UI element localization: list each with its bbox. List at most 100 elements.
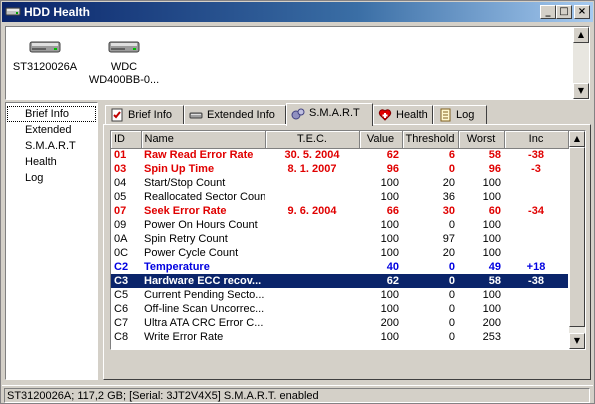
cell-name: Power On Hours Count — [144, 218, 258, 231]
column-header-inc[interactable]: Inc — [504, 131, 569, 149]
drive-item-wdc[interactable]: WDC WD400BB-0... — [79, 39, 169, 87]
column-header-name[interactable]: Name — [141, 131, 266, 149]
section-item-extended[interactable]: Extended — [6, 122, 97, 138]
cell-value: 40 — [386, 260, 399, 273]
scroll-up-arrow-icon[interactable]: ▲ — [573, 27, 589, 43]
cell-value: 62 — [359, 274, 402, 288]
cell-threshold: 36 — [442, 190, 455, 203]
cell-tec — [265, 190, 359, 204]
column-header-tec[interactable]: T.E.C. — [265, 131, 360, 149]
table-row[interactable]: C5 Current Pending Secto... 100 0 100 — [111, 288, 568, 302]
cell-worst: 100 — [482, 288, 501, 301]
cell-value: 100 — [380, 288, 399, 301]
cell-value: 62 — [386, 148, 399, 161]
smart-icon — [291, 108, 305, 120]
tab-label: Health — [396, 109, 428, 121]
tab-brief-info[interactable]: Brief Info — [105, 105, 184, 125]
table-row[interactable]: 09 Power On Hours Count 100 0 100 — [111, 218, 568, 232]
cell-inc: -3 — [531, 162, 541, 175]
cell-value: 100 — [380, 176, 399, 189]
table-row[interactable]: C8 Write Error Rate 100 0 253 — [111, 330, 568, 344]
tab-label: Brief Info — [128, 109, 173, 121]
table-row[interactable]: 01 Raw Read Error Rate 30. 5. 2004 62 6 58 -38 — [111, 148, 568, 162]
cell-worst: 100 — [482, 176, 501, 189]
cell-tec — [265, 274, 359, 288]
tab-extended-info[interactable]: Extended Info — [184, 105, 286, 125]
table-body: 01 Raw Read Error Rate 30. 5. 2004 62 6 58 -38… — [111, 148, 568, 344]
tab-health[interactable]: Health — [373, 105, 433, 125]
tab-label: Extended Info — [207, 109, 275, 121]
cell-worst: 100 — [482, 232, 501, 245]
minimize-button[interactable]: _ — [540, 5, 556, 19]
drive-item-st3120026a[interactable]: ST3120026A — [6, 39, 90, 74]
table-scrollbar[interactable]: ▲ ▼ — [569, 131, 585, 349]
title-bar[interactable]: HDD Health _ □ × — [2, 2, 593, 22]
table-row[interactable]: C6 Off-line Scan Uncorrec... 100 0 100 — [111, 302, 568, 316]
table-row[interactable]: 04 Start/Stop Count 100 20 100 — [111, 176, 568, 190]
cell-name: Start/Stop Count — [144, 176, 226, 189]
cell-worst: 60 — [488, 204, 501, 217]
tab-log[interactable]: Log — [433, 105, 487, 125]
cell-inc — [504, 232, 568, 246]
scroll-down-arrow-icon[interactable]: ▼ — [569, 333, 585, 349]
cell-id: C8 — [114, 330, 129, 343]
cell-tec — [265, 232, 359, 246]
table-row[interactable]: 0C Power Cycle Count 100 20 100 — [111, 246, 568, 260]
table-row[interactable]: 07 Seek Error Rate 9. 6. 2004 66 30 60 -34 — [111, 204, 568, 218]
cell-threshold: 0 — [448, 316, 455, 329]
cell-inc — [504, 176, 568, 190]
cell-threshold: 0 — [448, 288, 455, 301]
status-bar: ST3120026A; 117,2 GB; [Serial: 3JT2V4X5]… — [2, 385, 593, 403]
cell-inc — [504, 330, 568, 344]
column-header-threshold[interactable]: Threshold — [402, 131, 459, 149]
cell-tec — [265, 302, 359, 316]
section-item-brief-info[interactable]: Brief Info — [7, 106, 96, 122]
drive-list: ST3120026A WDC WD400BB-0... ▲ ▼ — [5, 26, 590, 100]
section-item-health[interactable]: Health — [6, 154, 97, 170]
cell-inc: -38 — [528, 148, 544, 161]
cell-worst: 100 — [482, 218, 501, 231]
cell-tec: 9. 6. 2004 — [287, 204, 337, 217]
cell-threshold: 0 — [448, 218, 455, 231]
cell-inc — [504, 190, 568, 204]
cell-id: 0C — [114, 246, 129, 259]
cell-threshold: 0 — [448, 330, 455, 343]
column-header-worst[interactable]: Worst — [458, 131, 505, 149]
scroll-thumb[interactable] — [569, 147, 585, 327]
table-row[interactable]: 0A Spin Retry Count 100 97 100 — [111, 232, 568, 246]
table-row[interactable]: 03 Spin Up Time 8. 1. 2007 96 0 96 -3 — [111, 162, 568, 176]
cell-id: 09 — [114, 218, 127, 231]
cell-id: C5 — [114, 288, 129, 301]
column-header-id[interactable]: ID — [111, 131, 142, 149]
window-title: HDD Health — [24, 5, 91, 19]
maximize-button[interactable]: □ — [556, 5, 572, 19]
cell-tec — [265, 218, 359, 232]
table-row[interactable]: C7 Ultra ATA CRC Error C... 200 0 200 — [111, 316, 568, 330]
cell-inc — [504, 246, 568, 260]
scroll-down-arrow-icon[interactable]: ▼ — [573, 83, 589, 99]
cell-inc: +18 — [526, 260, 546, 273]
smart-attributes-table[interactable]: ID Name T.E.C. Value Threshold Worst Inc… — [110, 130, 586, 350]
column-header-value[interactable]: Value — [359, 131, 403, 149]
tab-label: Log — [456, 109, 475, 121]
scroll-up-arrow-icon[interactable]: ▲ — [569, 131, 585, 147]
cell-inc: -34 — [528, 204, 544, 217]
drive-icon — [189, 112, 203, 119]
table-row[interactable]: 05 Reallocated Sector Count 100 36 100 — [111, 190, 568, 204]
cell-worst: 200 — [482, 316, 501, 329]
cell-tec: 8. 1. 2007 — [287, 162, 337, 175]
table-row[interactable]: C2 Temperature 40 0 49 +18 — [111, 260, 568, 274]
cell-name: Spin Retry Count — [144, 232, 228, 245]
cell-value: 200 — [380, 316, 399, 329]
section-item-log[interactable]: Log — [6, 170, 97, 186]
drive-list-scrollbar[interactable]: ▲ ▼ — [573, 27, 589, 99]
section-item-smart[interactable]: S.M.A.R.T — [6, 138, 97, 154]
cell-value: 100 — [380, 190, 399, 203]
close-button[interactable]: × — [574, 5, 590, 19]
tab-label: S.M.A.R.T — [309, 107, 360, 119]
cell-threshold: 97 — [442, 232, 455, 245]
cell-id: C2 — [114, 260, 129, 273]
table-row[interactable]: C3 Hardware ECC recov... 62 0 58 -38 — [111, 274, 568, 288]
cell-tec — [265, 260, 359, 274]
tab-smart[interactable]: S.M.A.R.T — [286, 103, 373, 126]
